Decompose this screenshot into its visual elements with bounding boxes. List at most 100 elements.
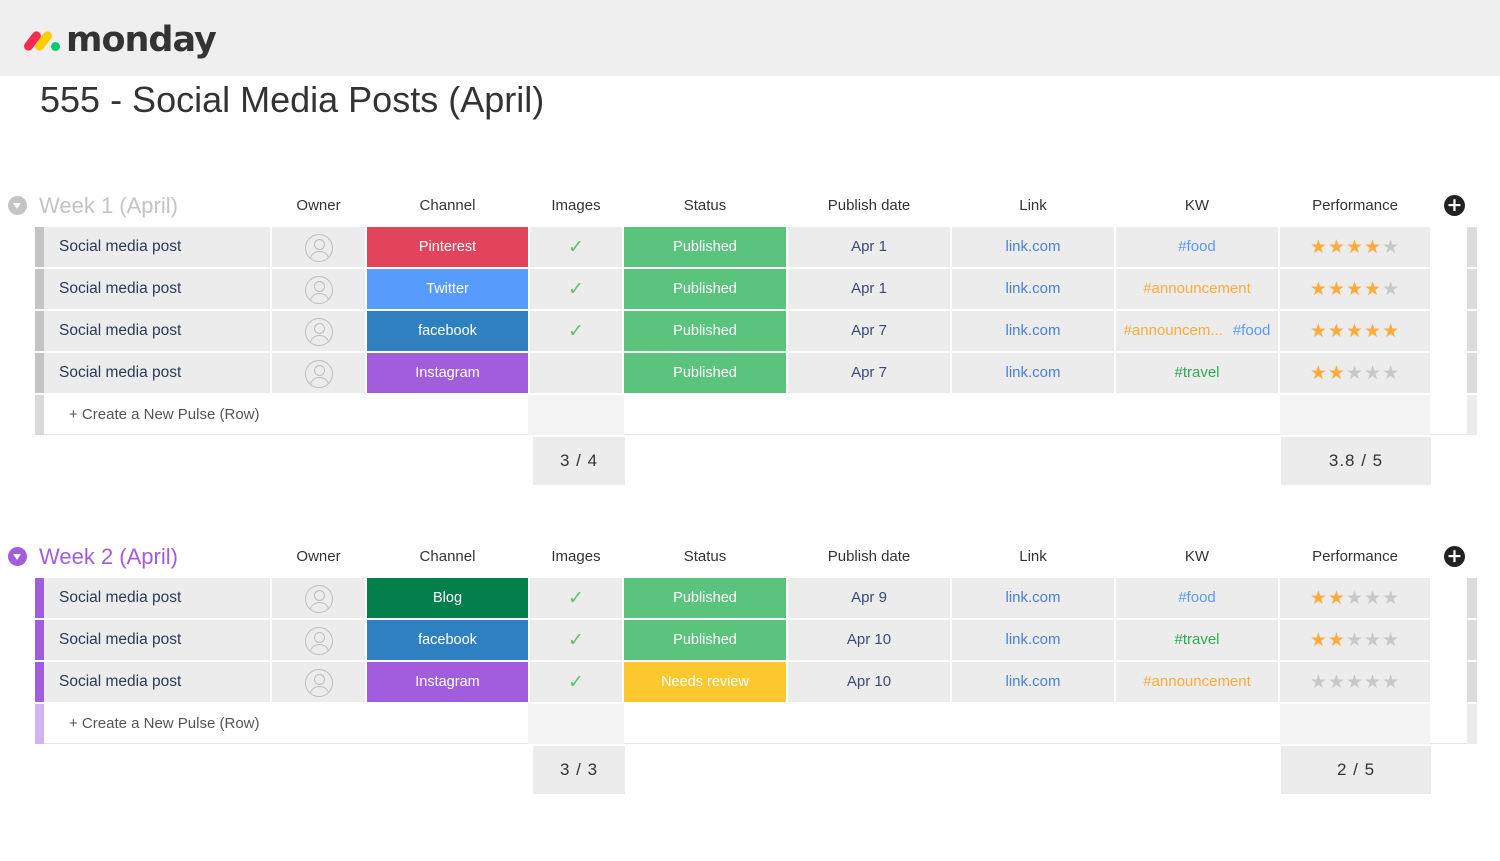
item-name[interactable]: Social media post — [44, 662, 270, 702]
cell-status[interactable]: Published — [624, 578, 786, 618]
star-icon[interactable]: ★ — [1364, 671, 1382, 693]
cell-channel[interactable]: Blog — [367, 578, 528, 618]
monday-logo[interactable]: monday — [22, 18, 217, 62]
rating-stars[interactable]: ★★★★★ — [1310, 227, 1400, 267]
cell-channel[interactable]: Twitter — [367, 269, 528, 309]
cell-perf[interactable]: ★★★★★ — [1280, 269, 1430, 309]
create-new-pulse-row[interactable]: + Create a New Pulse (Row) — [35, 704, 1477, 744]
column-header-owner[interactable]: Owner — [272, 544, 365, 570]
star-icon[interactable]: ★ — [1364, 362, 1382, 384]
cell-kw[interactable]: #announcement — [1116, 269, 1278, 309]
cell-link[interactable]: link.com — [952, 662, 1114, 702]
chevron-down-icon[interactable] — [8, 547, 27, 566]
star-icon[interactable]: ★ — [1346, 671, 1364, 693]
cell-date[interactable]: Apr 7 — [788, 353, 950, 393]
column-header-perf[interactable]: Performance — [1280, 193, 1430, 219]
cell-link[interactable]: link.com — [952, 311, 1114, 351]
table-row[interactable]: Social media post Pinterest ✓ Published Apr … — [35, 227, 1477, 267]
column-header-images[interactable]: Images — [530, 193, 622, 219]
table-row[interactable]: Social media post Blog ✓ Published Apr 9 link… — [35, 578, 1477, 618]
person-icon[interactable] — [304, 234, 333, 262]
group-title[interactable]: Week 1 (April) — [39, 191, 178, 221]
plus-circle-icon[interactable]: + — [1444, 546, 1465, 567]
star-icon[interactable]: ★ — [1382, 236, 1400, 258]
star-icon[interactable]: ★ — [1328, 587, 1346, 609]
create-new-pulse-button[interactable]: + Create a New Pulse (Row) — [69, 704, 260, 744]
star-icon[interactable]: ★ — [1310, 236, 1328, 258]
cell-owner[interactable] — [272, 311, 365, 351]
column-header-date[interactable]: Publish date — [788, 544, 950, 570]
cell-channel[interactable]: Pinterest — [367, 227, 528, 267]
keyword-tag[interactable]: #announcement — [1143, 673, 1251, 690]
cell-channel[interactable]: Instagram — [367, 353, 528, 393]
star-icon[interactable]: ★ — [1364, 320, 1382, 342]
star-icon[interactable]: ★ — [1328, 629, 1346, 651]
star-icon[interactable]: ★ — [1346, 320, 1364, 342]
cell-perf[interactable]: ★★★★★ — [1280, 353, 1430, 393]
star-icon[interactable]: ★ — [1310, 629, 1328, 651]
cell-date[interactable]: Apr 9 — [788, 578, 950, 618]
cell-kw[interactable]: #announcem... #food — [1116, 311, 1278, 351]
cell-owner[interactable] — [272, 578, 365, 618]
cell-channel[interactable]: facebook — [367, 620, 528, 660]
cell-perf[interactable]: ★★★★★ — [1280, 227, 1430, 267]
person-icon[interactable] — [304, 585, 333, 613]
item-name[interactable]: Social media post — [44, 311, 270, 351]
column-header-images[interactable]: Images — [530, 544, 622, 570]
rating-stars[interactable]: ★★★★★ — [1310, 578, 1400, 618]
cell-images[interactable]: ✓ — [530, 227, 622, 267]
column-header-status[interactable]: Status — [624, 193, 786, 219]
cell-date[interactable]: Apr 1 — [788, 227, 950, 267]
chevron-down-icon[interactable] — [8, 196, 27, 215]
cell-kw[interactable]: #travel — [1116, 620, 1278, 660]
cell-link[interactable]: link.com — [952, 578, 1114, 618]
table-row[interactable]: Social media post facebook ✓ Published Apr 7… — [35, 311, 1477, 351]
column-header-kw[interactable]: KW — [1116, 544, 1278, 570]
cell-link[interactable]: link.com — [952, 227, 1114, 267]
item-name[interactable]: Social media post — [44, 353, 270, 393]
table-row[interactable]: Social media post Instagram ✓ Needs review A… — [35, 662, 1477, 702]
star-icon[interactable]: ★ — [1364, 236, 1382, 258]
cell-status[interactable]: Published — [624, 227, 786, 267]
rating-stars[interactable]: ★★★★★ — [1310, 311, 1400, 351]
star-icon[interactable]: ★ — [1364, 278, 1382, 300]
star-icon[interactable]: ★ — [1382, 587, 1400, 609]
cell-link[interactable]: link.com — [952, 620, 1114, 660]
star-icon[interactable]: ★ — [1346, 362, 1364, 384]
keyword-tag[interactable]: #food — [1178, 238, 1216, 255]
create-new-pulse-row[interactable]: + Create a New Pulse (Row) — [35, 395, 1477, 435]
rating-stars[interactable]: ★★★★★ — [1310, 353, 1400, 393]
keyword-tag[interactable]: #announcement — [1143, 280, 1251, 297]
cell-date[interactable]: Apr 7 — [788, 311, 950, 351]
star-icon[interactable]: ★ — [1382, 671, 1400, 693]
table-row[interactable]: Social media post facebook ✓ Published Apr 1… — [35, 620, 1477, 660]
star-icon[interactable]: ★ — [1382, 629, 1400, 651]
person-icon[interactable] — [304, 318, 333, 346]
star-icon[interactable]: ★ — [1346, 236, 1364, 258]
column-header-perf[interactable]: Performance — [1280, 544, 1430, 570]
cell-status[interactable]: Published — [624, 269, 786, 309]
star-icon[interactable]: ★ — [1328, 320, 1346, 342]
column-header-link[interactable]: Link — [952, 544, 1114, 570]
group-title[interactable]: Week 2 (April) — [39, 542, 178, 572]
star-icon[interactable]: ★ — [1328, 671, 1346, 693]
star-icon[interactable]: ★ — [1346, 629, 1364, 651]
star-icon[interactable]: ★ — [1328, 236, 1346, 258]
column-header-date[interactable]: Publish date — [788, 193, 950, 219]
cell-images[interactable]: ✓ — [530, 578, 622, 618]
keyword-tag[interactable]: #food — [1233, 322, 1271, 339]
person-icon[interactable] — [304, 669, 333, 697]
item-name[interactable]: Social media post — [44, 578, 270, 618]
cell-date[interactable]: Apr 1 — [788, 269, 950, 309]
cell-kw[interactable]: #food — [1116, 227, 1278, 267]
column-header-status[interactable]: Status — [624, 544, 786, 570]
cell-perf[interactable]: ★★★★★ — [1280, 620, 1430, 660]
create-new-pulse-button[interactable]: + Create a New Pulse (Row) — [69, 395, 260, 435]
cell-status[interactable]: Needs review — [624, 662, 786, 702]
cell-images[interactable] — [530, 353, 622, 393]
cell-kw[interactable]: #food — [1116, 578, 1278, 618]
person-icon[interactable] — [304, 627, 333, 655]
column-header-channel[interactable]: Channel — [367, 544, 528, 570]
person-icon[interactable] — [304, 360, 333, 388]
keyword-tag[interactable]: #travel — [1174, 631, 1219, 648]
